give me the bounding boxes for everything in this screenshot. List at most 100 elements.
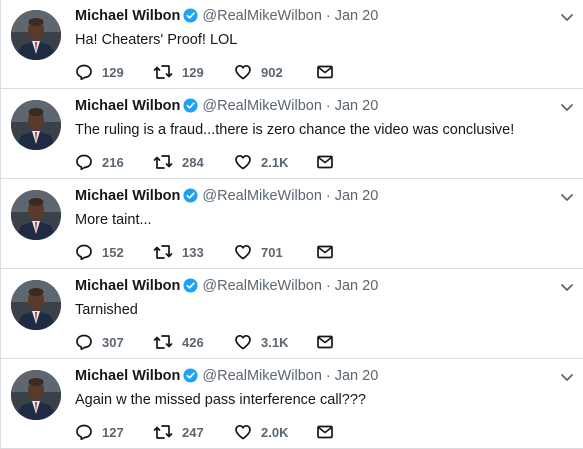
tweet-text: Tarnished xyxy=(75,302,138,318)
retweet-button[interactable]: 129 xyxy=(153,62,204,82)
tweet-text: Again w the missed pass interference cal… xyxy=(75,392,366,408)
separator-dot: · xyxy=(325,8,331,24)
tweet-card[interactable]: Michael Wilbon @RealMikeWilbon · Jan 20 Ha!… xyxy=(1,0,583,89)
display-name[interactable]: Michael Wilbon xyxy=(75,278,180,294)
tweet-date[interactable]: Jan 20 xyxy=(335,368,379,384)
avatar[interactable] xyxy=(11,280,61,330)
user-handle[interactable]: @RealMikeWilbon xyxy=(202,368,321,384)
tweet-date[interactable]: Jan 20 xyxy=(335,278,379,294)
direct-message-button[interactable] xyxy=(316,152,334,172)
user-handle[interactable]: @RealMikeWilbon xyxy=(202,98,321,114)
retweet-button[interactable]: 284 xyxy=(153,152,204,172)
direct-message-icon xyxy=(316,333,334,351)
tweet-card[interactable]: Michael Wilbon @RealMikeWilbon · Jan 20 Tar… xyxy=(1,270,583,359)
avatar[interactable] xyxy=(11,10,61,60)
like-button[interactable]: 3.1K xyxy=(234,332,288,352)
chevron-down-icon[interactable] xyxy=(560,10,574,21)
retweet-count: 247 xyxy=(182,424,204,440)
like-icon xyxy=(234,423,252,441)
chevron-down-icon[interactable] xyxy=(560,190,574,201)
reply-count: 216 xyxy=(102,154,124,170)
verified-badge-icon xyxy=(183,98,198,119)
reply-button[interactable]: 152 xyxy=(75,242,124,262)
separator-dot: · xyxy=(325,188,331,204)
tweet-header: Michael Wilbon @RealMikeWilbon · Jan 20 xyxy=(75,366,378,386)
direct-message-icon xyxy=(316,243,334,261)
like-count: 3.1K xyxy=(261,334,289,350)
like-count: 701 xyxy=(261,244,283,260)
display-name[interactable]: Michael Wilbon xyxy=(75,8,180,24)
retweet-icon xyxy=(153,333,173,351)
chevron-down-icon[interactable] xyxy=(560,370,574,381)
tweet-header: Michael Wilbon @RealMikeWilbon · Jan 20 xyxy=(75,276,378,296)
like-button[interactable]: 2.1K xyxy=(234,152,288,172)
avatar[interactable] xyxy=(11,190,61,240)
separator-dot: · xyxy=(325,278,331,294)
retweet-button[interactable]: 247 xyxy=(153,422,204,442)
avatar[interactable] xyxy=(11,370,61,420)
tweet-header: Michael Wilbon @RealMikeWilbon · Jan 20 xyxy=(75,186,378,206)
avatar[interactable] xyxy=(11,100,61,150)
reply-button[interactable]: 127 xyxy=(75,422,124,442)
retweet-icon xyxy=(153,63,173,81)
direct-message-button[interactable] xyxy=(316,422,334,442)
direct-message-button[interactable] xyxy=(316,332,334,352)
tweet-card[interactable]: Michael Wilbon @RealMikeWilbon · Jan 20 The… xyxy=(1,90,583,179)
chevron-down-icon[interactable] xyxy=(560,280,574,291)
user-handle[interactable]: @RealMikeWilbon xyxy=(202,278,321,294)
user-handle[interactable]: @RealMikeWilbon xyxy=(202,188,321,204)
reply-count: 127 xyxy=(102,424,124,440)
reply-icon xyxy=(75,63,93,81)
direct-message-icon xyxy=(316,63,334,81)
direct-message-icon xyxy=(316,153,334,171)
like-icon xyxy=(234,153,252,171)
tweet-actions: 216 284 2.1K xyxy=(75,152,375,172)
like-count: 2.0K xyxy=(261,424,289,440)
retweet-button[interactable]: 426 xyxy=(153,332,204,352)
reply-icon xyxy=(75,333,93,351)
display-name[interactable]: Michael Wilbon xyxy=(75,98,180,114)
like-button[interactable]: 701 xyxy=(234,242,283,262)
like-icon xyxy=(234,243,252,261)
tweet-date[interactable]: Jan 20 xyxy=(335,8,379,24)
like-count: 2.1K xyxy=(261,154,289,170)
direct-message-button[interactable] xyxy=(316,62,334,82)
retweet-icon xyxy=(153,243,173,261)
like-icon xyxy=(234,333,252,351)
tweet-card[interactable]: Michael Wilbon @RealMikeWilbon · Jan 20 Aga… xyxy=(1,360,583,449)
tweet-header: Michael Wilbon @RealMikeWilbon · Jan 20 xyxy=(75,6,378,26)
retweet-button[interactable]: 133 xyxy=(153,242,204,262)
verified-badge-icon xyxy=(183,8,198,29)
display-name[interactable]: Michael Wilbon xyxy=(75,368,180,384)
tweet-actions: 127 247 2.0K xyxy=(75,422,375,442)
verified-badge-icon xyxy=(183,278,198,299)
separator-dot: · xyxy=(325,368,331,384)
like-button[interactable]: 902 xyxy=(234,62,283,82)
display-name[interactable]: Michael Wilbon xyxy=(75,188,180,204)
tweet-actions: 307 426 3.1K xyxy=(75,332,375,352)
tweet-actions: 152 133 701 xyxy=(75,242,375,262)
reply-button[interactable]: 216 xyxy=(75,152,124,172)
direct-message-icon xyxy=(316,423,334,441)
tweet-header: Michael Wilbon @RealMikeWilbon · Jan 20 xyxy=(75,96,378,116)
direct-message-button[interactable] xyxy=(316,242,334,262)
tweet-card[interactable]: Michael Wilbon @RealMikeWilbon · Jan 20 Mor… xyxy=(1,180,583,269)
tweet-feed: Michael Wilbon @RealMikeWilbon · Jan 20 Ha!… xyxy=(0,0,583,449)
like-button[interactable]: 2.0K xyxy=(234,422,288,442)
reply-button[interactable]: 307 xyxy=(75,332,124,352)
retweet-count: 426 xyxy=(182,334,204,350)
retweet-count: 129 xyxy=(182,64,204,80)
tweet-date[interactable]: Jan 20 xyxy=(335,98,379,114)
tweet-text: The ruling is a fraud...there is zero ch… xyxy=(75,122,515,138)
verified-badge-icon xyxy=(183,188,198,209)
retweet-icon xyxy=(153,153,173,171)
user-handle[interactable]: @RealMikeWilbon xyxy=(202,8,321,24)
retweet-icon xyxy=(153,423,173,441)
reply-icon xyxy=(75,243,93,261)
reply-button[interactable]: 129 xyxy=(75,62,124,82)
retweet-count: 133 xyxy=(182,244,204,260)
chevron-down-icon[interactable] xyxy=(560,100,574,111)
tweet-date[interactable]: Jan 20 xyxy=(335,188,379,204)
reply-count: 129 xyxy=(102,64,124,80)
tweet-text: Ha! Cheaters' Proof! LOL xyxy=(75,32,238,48)
